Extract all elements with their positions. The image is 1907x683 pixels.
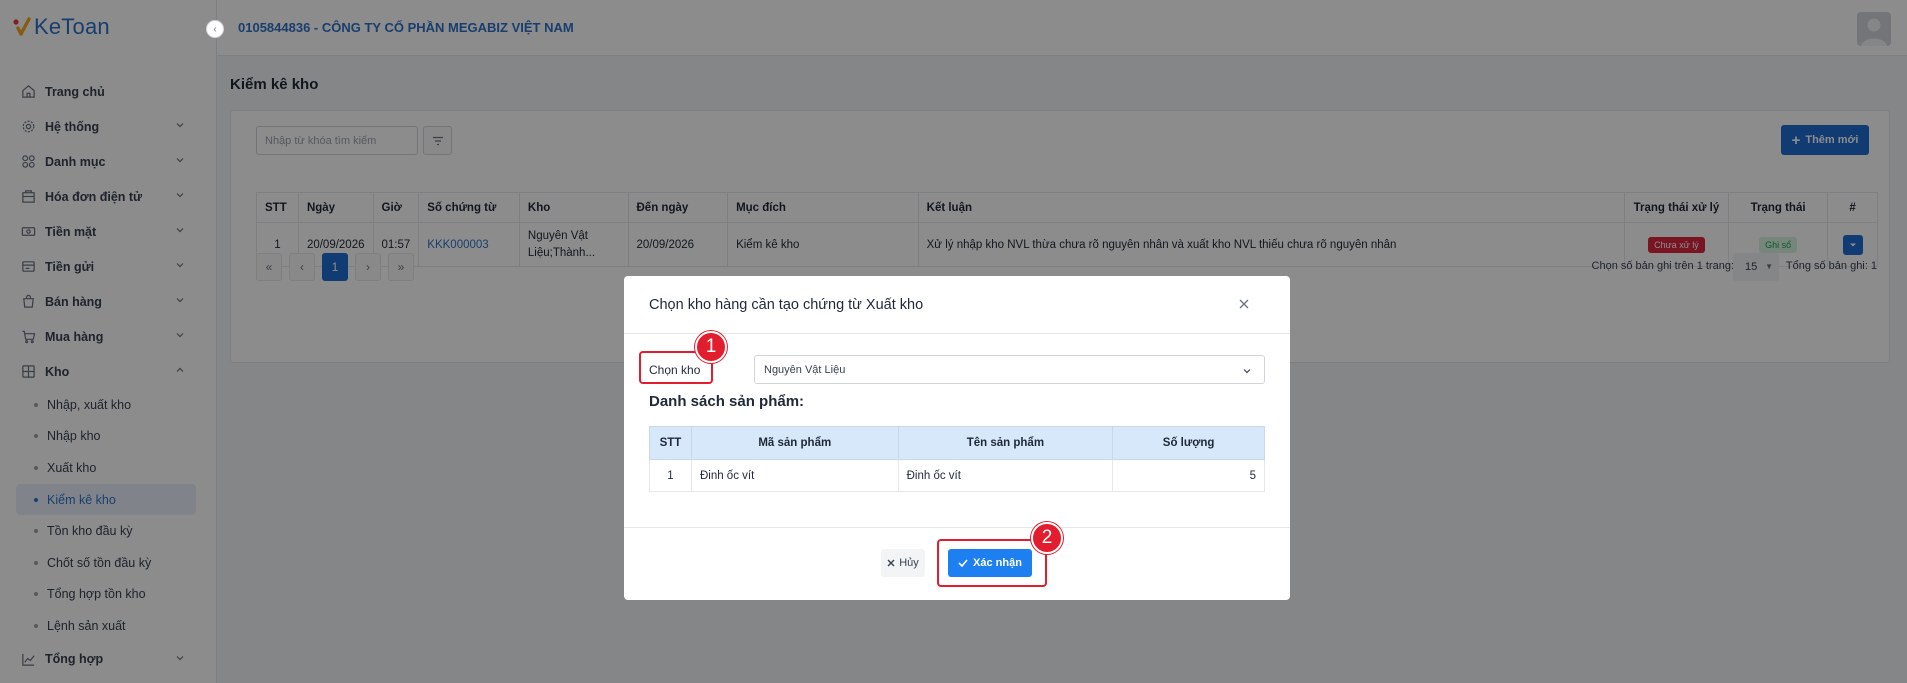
cancel-button[interactable]: Hủy — [881, 549, 925, 577]
product-list-title: Danh sách sản phẩm: — [649, 393, 805, 410]
cell-so-luong: 5 — [1112, 459, 1265, 492]
cell-ma-san-pham: Đinh ốc vít — [690, 459, 899, 492]
collapse-sidebar-button[interactable]: ‹ — [206, 20, 224, 38]
warehouse-select[interactable]: Nguyên Vật Liệu — [754, 355, 1265, 384]
product-table: STT Mã sản phẩm Tên sản phẩm Số lượng 1 … — [649, 426, 1265, 492]
step-2-marker: 2 — [1031, 522, 1063, 554]
divider — [624, 527, 1290, 528]
close-icon[interactable] — [1238, 298, 1250, 310]
col-header: Số lượng — [1112, 426, 1265, 460]
cell-stt: 1 — [649, 459, 692, 492]
table-header-row: STT Mã sản phẩm Tên sản phẩm Số lượng — [649, 426, 1265, 460]
col-header: STT — [649, 426, 692, 460]
chevron-left-icon: ‹ — [213, 23, 217, 35]
step-1-marker: 1 — [695, 331, 727, 363]
highlight-box-step-2 — [937, 539, 1047, 587]
cell-ten-san-pham: Đinh ốc vít — [897, 459, 1114, 492]
chevron-down-icon — [1243, 369, 1251, 374]
table-row: 1 Đinh ốc vít Đinh ốc vít 5 — [649, 459, 1265, 492]
divider — [624, 333, 1290, 334]
col-header: Mã sản phẩm — [690, 426, 899, 460]
close-icon — [887, 559, 895, 567]
warehouse-select-value: Nguyên Vật Liệu — [764, 364, 846, 376]
modal-title: Chọn kho hàng cần tạo chứng từ Xuất kho — [649, 297, 924, 313]
cancel-label: Hủy — [899, 557, 919, 569]
col-header: Tên sản phẩm — [897, 426, 1114, 460]
